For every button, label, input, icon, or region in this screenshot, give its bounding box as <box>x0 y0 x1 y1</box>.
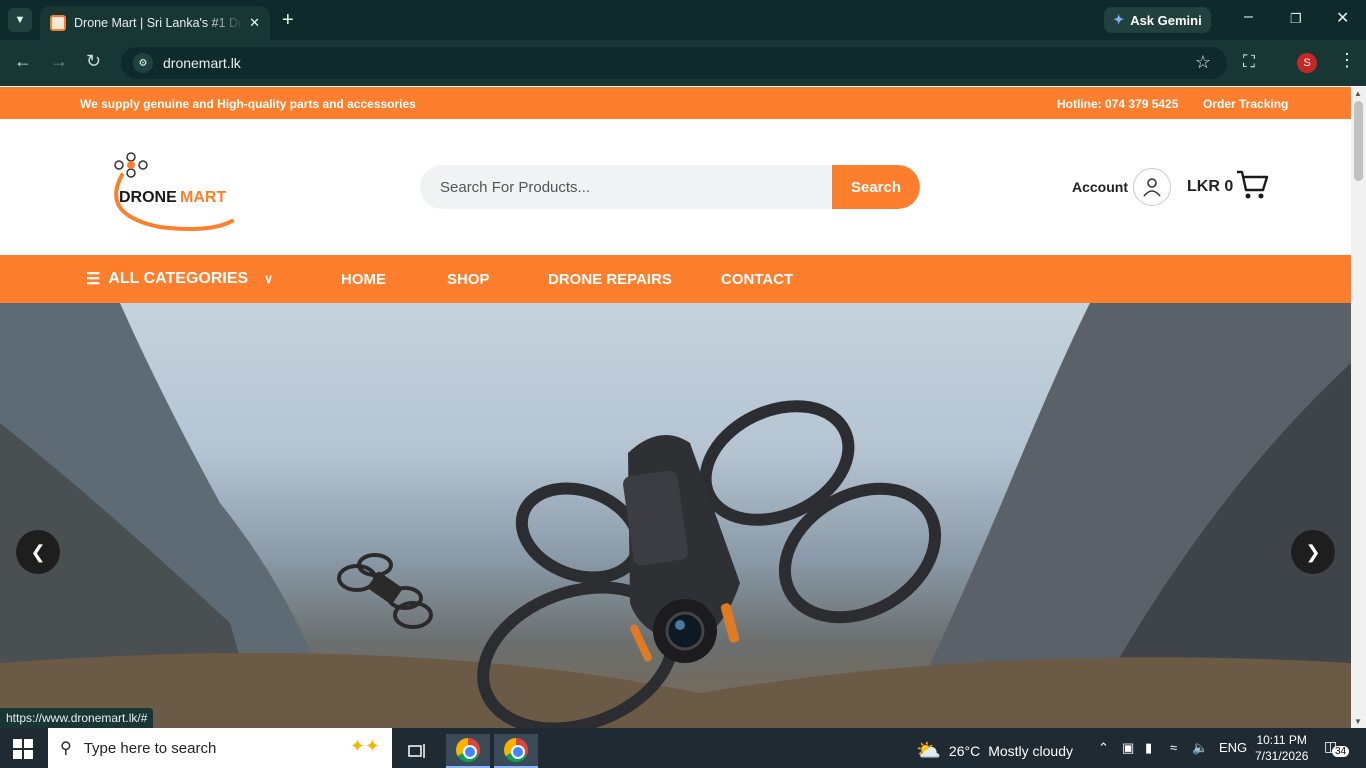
scroll-up-icon[interactable]: ▲ <box>1354 89 1362 98</box>
account-link[interactable]: Account <box>1072 179 1128 195</box>
window-close-icon[interactable]: ✕ <box>1336 8 1349 28</box>
ask-gemini-button[interactable]: ✦ Ask Gemini <box>1104 7 1211 33</box>
weather-desc: Mostly cloudy <box>988 742 1073 759</box>
status-bar-url: https://www.dronemart.lk/# <box>0 708 154 728</box>
taskbar-search[interactable]: ⚲ Type here to search ✦✦ <box>48 728 392 768</box>
hero-drone-image <box>0 303 1351 728</box>
main-navigation: ☰ ALL CATEGORIES ∨ HOME SHOP DRONE REPAI… <box>0 255 1351 303</box>
search-icon: ⚲ <box>60 740 72 757</box>
site-logo[interactable]: DRONE MART <box>100 145 240 233</box>
logo-text-mart: MART <box>180 189 226 206</box>
address-bar[interactable]: ⚙ dronemart.lk ☆ <box>121 47 1227 79</box>
back-icon[interactable]: ← <box>14 51 32 72</box>
cart-icon[interactable] <box>1235 169 1269 206</box>
nav-shop[interactable]: SHOP <box>447 271 490 288</box>
url-text: dronemart.lk <box>163 55 241 71</box>
nav-home[interactable]: HOME <box>341 271 386 288</box>
prev-slide-button[interactable]: ❮ <box>16 530 60 574</box>
product-search: Search <box>420 165 920 209</box>
search-input[interactable] <box>420 165 832 209</box>
tab-close-icon[interactable]: ✕ <box>249 15 260 31</box>
clock-time: 10:11 PM <box>1256 733 1307 747</box>
notification-count: 34 <box>1332 746 1350 757</box>
chevron-down-icon: ∨ <box>264 272 273 286</box>
site-header: DRONE MART Search Account LKR 0 <box>0 119 1351 255</box>
extensions-icon[interactable]: ⛶ <box>1243 52 1255 72</box>
search-button[interactable]: Search <box>832 165 920 209</box>
search-highlight-icon: ✦✦ <box>349 736 380 756</box>
clock-date: 7/31/2026 <box>1255 749 1309 763</box>
gemini-icon: ✦ <box>1113 12 1125 27</box>
logo-text-drone: DRONE <box>119 189 177 206</box>
new-tab-button[interactable]: + <box>282 8 294 32</box>
browser-tab[interactable]: Drone Mart | Sri Lanka's #1 Drone Store … <box>40 6 270 40</box>
task-view-icon[interactable] <box>396 734 440 768</box>
system-clock[interactable]: 10:11 PM 7/31/2026 <box>1255 732 1308 764</box>
minimize-icon[interactable]: – <box>1244 8 1253 26</box>
restore-icon[interactable]: ❐ <box>1290 11 1302 27</box>
chrome-taskbar-icon[interactable] <box>446 734 490 768</box>
bookmark-star-icon[interactable]: ☆ <box>1195 52 1211 73</box>
weather-widget[interactable]: ⛅ 26°C Mostly cloudy <box>916 738 1073 763</box>
list-icon: ☰ <box>86 271 101 288</box>
browser-toolbar: ← → ↻ ⚙ dronemart.lk ☆ <box>0 40 1366 86</box>
hero-slider: ❮ ❯ <box>0 303 1351 728</box>
meet-icon[interactable]: ▣ <box>1122 740 1134 756</box>
scroll-down-icon[interactable]: ▼ <box>1354 717 1362 726</box>
all-categories-label: ALL CATEGORIES <box>108 270 249 287</box>
all-categories-menu[interactable]: ☰ ALL CATEGORIES ∨ <box>86 269 273 289</box>
weather-temp: 26°C <box>948 742 981 759</box>
reload-icon[interactable]: ↻ <box>86 51 101 72</box>
site-favicon-icon <box>50 15 66 31</box>
windows-start-icon[interactable] <box>13 739 33 764</box>
order-tracking-link[interactable]: Order Tracking <box>1203 97 1288 111</box>
page-scrollbar[interactable]: ▲ ▼ <box>1351 87 1366 728</box>
tab-title: Drone Mart | Sri Lanka's #1 Drone Store <box>74 16 243 30</box>
browser-tab-bar: ▼ Drone Mart | Sri Lanka's #1 Drone Stor… <box>0 0 1366 40</box>
chrome-taskbar-icon-2[interactable] <box>494 734 538 768</box>
nav-drone-repairs[interactable]: DRONE REPAIRS <box>548 271 672 288</box>
cloudy-weather-icon: ⛅ <box>916 740 941 762</box>
wifi-icon[interactable]: ≈ <box>1170 740 1177 755</box>
notification-icon[interactable]: ◫ 34 <box>1324 738 1350 757</box>
hotline-link[interactable]: Hotline: 074 379 5425 <box>1057 97 1178 111</box>
next-slide-button[interactable]: ❯ <box>1291 530 1335 574</box>
windows-taskbar: ⚲ Type here to search ✦✦ ⛅ 26°C Mostly c… <box>0 728 1366 768</box>
battery-icon[interactable]: ▮ <box>1145 740 1152 756</box>
tab-search-button[interactable]: ▼ <box>8 8 32 32</box>
taskbar-search-placeholder: Type here to search <box>83 739 217 757</box>
show-hidden-icons-icon[interactable]: ⌃ <box>1098 740 1109 756</box>
forward-icon[interactable]: → <box>50 51 68 72</box>
volume-icon[interactable]: 🔈 <box>1192 740 1208 756</box>
language-indicator[interactable]: ENG <box>1219 740 1247 755</box>
scrollbar-thumb[interactable] <box>1354 101 1363 181</box>
profile-avatar[interactable]: S <box>1297 53 1317 73</box>
cart-total[interactable]: LKR 0 <box>1187 178 1233 196</box>
ask-gemini-label: Ask Gemini <box>1130 12 1202 28</box>
nav-contact[interactable]: CONTACT <box>721 271 793 288</box>
drone-logo-icon: DRONE MART <box>114 152 234 231</box>
tagline-text: We supply genuine and High-quality parts… <box>80 97 416 111</box>
site-info-icon[interactable]: ⚙ <box>133 53 153 73</box>
user-icon[interactable] <box>1133 168 1171 206</box>
more-menu-icon[interactable]: ⋮ <box>1338 50 1356 71</box>
top-announcement-bar: We supply genuine and High-quality parts… <box>0 87 1351 119</box>
